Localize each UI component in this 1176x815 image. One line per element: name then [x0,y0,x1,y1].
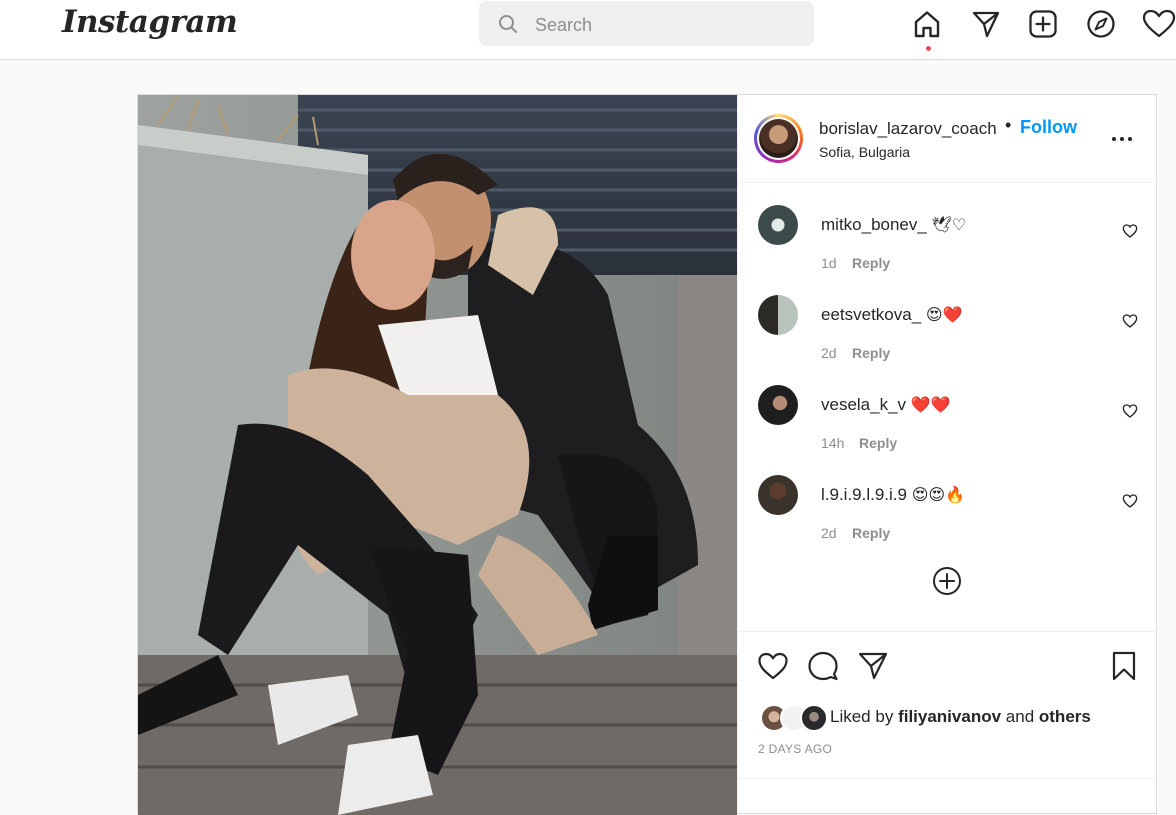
comment-like-heart-icon[interactable] [1122,403,1138,419]
liker-avatars[interactable] [760,704,828,732]
comment-item: mitko_bonev_ 🕊♡ 1d Reply [738,205,1157,285]
comment-time: 2d [821,345,837,361]
direct-messages-icon[interactable] [971,9,1001,39]
post-location[interactable]: Sofia, Bulgaria [819,144,910,160]
separator-dot: • [1005,115,1012,135]
instagram-logo[interactable]: Instagram [62,4,238,40]
liked-by-username[interactable]: filiyanivanov [898,707,1001,726]
reply-button[interactable]: Reply [852,525,890,541]
comment-item: l.9.i.9.l.9.i.9 😍😍🔥 2d Reply [738,475,1157,555]
comment-time: 14h [821,435,845,451]
home-icon[interactable] [912,9,942,39]
liked-by-text: Liked by filiyanivanov and others [830,707,1091,726]
reply-button[interactable]: Reply [852,345,890,361]
post-actions: Liked by filiyanivanov and others 2 DAYS… [738,631,1157,811]
post-timestamp[interactable]: 2 DAYS AGO [758,742,832,756]
reply-button[interactable]: Reply [859,435,897,451]
follow-button[interactable]: Follow [1020,117,1077,138]
comment-item: eetsvetkova_ 😍❤️ 2d Reply [738,295,1157,375]
liked-by-others-link[interactable]: others [1039,707,1091,726]
commenter-avatar[interactable] [758,385,798,425]
comment-text: 😍😍🔥 [911,487,966,504]
post-sidebar: borislav_lazarov_coach • Follow Sofia, B… [737,95,1157,813]
load-more-comments-icon[interactable] [931,565,963,597]
commenter-avatar[interactable] [758,475,798,515]
commenter-avatar[interactable] [758,295,798,335]
post-photo[interactable] [138,95,737,815]
liker-avatar [800,704,828,732]
comment-like-heart-icon[interactable] [1122,223,1138,239]
owner-username[interactable]: borislav_lazarov_coach [819,119,997,139]
save-bookmark-icon[interactable] [1108,650,1140,682]
commenter-username[interactable]: mitko_bonev_ [821,215,927,234]
top-navigation-bar: Instagram [0,0,1176,60]
like-heart-icon[interactable] [757,650,789,682]
explore-compass-icon[interactable] [1086,9,1116,39]
comment-text: 🕊♡ [931,217,967,234]
post-header: borislav_lazarov_coach • Follow Sofia, B… [738,95,1157,183]
comment-item: vesela_k_v ❤️❤️ 14h Reply [738,385,1157,465]
search-input[interactable] [533,10,797,40]
post-card: borislav_lazarov_coach • Follow Sofia, B… [137,94,1157,815]
reply-button[interactable]: Reply [852,255,890,271]
commenter-username[interactable]: eetsvetkova_ [821,305,921,324]
add-comment-area[interactable] [738,778,1157,813]
comment-like-heart-icon[interactable] [1122,313,1138,329]
commenter-username[interactable]: l.9.i.9.l.9.i.9 [821,485,907,504]
comment-text: ❤️❤️ [910,397,951,414]
commenter-avatar[interactable] [758,205,798,245]
notification-dot [926,46,931,51]
search-box[interactable] [479,1,814,46]
share-paper-plane-icon[interactable] [857,650,889,682]
comment-time: 1d [821,255,837,271]
commenter-username[interactable]: vesela_k_v [821,395,906,414]
new-post-icon[interactable] [1028,9,1058,39]
more-options-icon[interactable] [1110,127,1134,151]
comment-like-heart-icon[interactable] [1122,493,1138,509]
activity-heart-icon[interactable] [1142,9,1176,39]
search-icon [499,15,517,33]
comment-text: 😍❤️ [925,307,963,324]
owner-avatar[interactable] [754,114,803,163]
comment-time: 2d [821,525,837,541]
couple-photo-illustration [138,95,737,815]
comment-bubble-icon[interactable] [807,650,839,682]
